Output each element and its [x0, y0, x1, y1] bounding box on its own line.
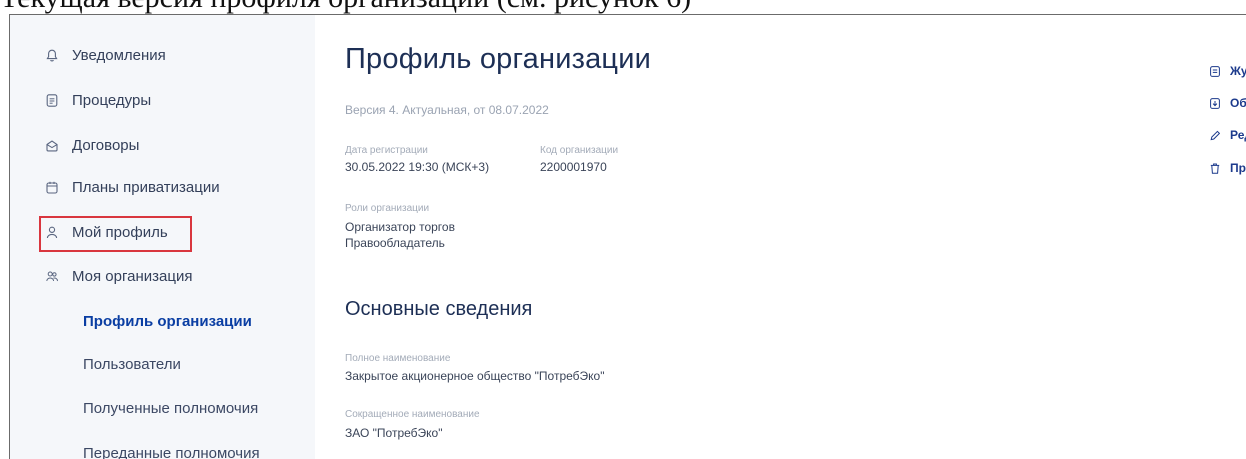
action-label: Прекратить регистрацию [1230, 161, 1246, 175]
sidebar-item-label: Договоры [72, 136, 140, 154]
sidebar: Уведомления Процедуры Договоры Планы при… [10, 15, 315, 459]
trash-icon [1210, 163, 1220, 174]
sidebar-item-label: Моя организация [72, 267, 193, 285]
org-code-label: Код организации [540, 145, 619, 156]
refresh-icon [1210, 97, 1220, 109]
org-code-value: 2200001970 [540, 160, 607, 174]
action-label: Обновить сведения из ЕСИА [1230, 96, 1246, 110]
role-item: Правообладатель [345, 236, 445, 250]
highlight-frame [39, 216, 192, 252]
refresh-esia-link[interactable]: Обновить сведения из ЕСИА [1210, 94, 1246, 112]
pencil-icon [1210, 130, 1220, 141]
sidebar-item-label: Планы приватизации [72, 178, 220, 196]
roles-label: Роли организации [345, 203, 430, 214]
sidebar-item-procedures[interactable]: Процедуры [46, 88, 151, 112]
reg-date-label: Дата регистрации [345, 145, 428, 156]
role-item: Организатор торгов [345, 220, 455, 234]
users-icon [46, 269, 58, 283]
action-label: Редактировать [1230, 128, 1246, 142]
sidebar-item-label: Процедуры [72, 91, 152, 109]
full-name-value: Закрытое акционерное общество "ПотребЭко… [345, 369, 605, 383]
page-title: Профиль организации [345, 43, 652, 75]
sidebar-item-my-organization[interactable]: Моя организация [46, 264, 192, 288]
main-content: Профиль организации Версия 4. Актуальная… [315, 15, 1246, 459]
bell-icon [46, 48, 58, 62]
version-info: Версия 4. Актуальная, от 08.07.2022 [345, 103, 549, 117]
reg-date-value: 30.05.2022 19:30 (МСК+3) [345, 160, 490, 174]
calendar-icon [46, 180, 58, 194]
sidebar-subitem-received-powers[interactable]: Полученные полномочия [83, 396, 258, 420]
section-title: Основные сведения [345, 298, 533, 320]
sidebar-item-label: Уведомления [72, 46, 166, 64]
app-frame: Уведомления Процедуры Договоры Планы при… [9, 14, 1246, 459]
contract-icon [46, 138, 58, 152]
short-name-value: ЗАО "ПотребЭко" [345, 426, 443, 440]
full-name-label: Полное наименование [345, 353, 451, 364]
sidebar-subitem-org-profile[interactable]: Профиль организации [83, 309, 252, 333]
document-icon [46, 93, 58, 107]
journal-link[interactable]: Журнал событий [1210, 62, 1246, 80]
sidebar-subitem-delegated-powers[interactable]: Переданные полномочия [83, 441, 260, 459]
action-label: Журнал событий [1230, 64, 1246, 78]
edit-link[interactable]: Редактировать [1210, 126, 1246, 144]
short-name-label: Сокращенное наименование [345, 409, 480, 420]
sidebar-item-notifications[interactable]: Уведомления [46, 43, 166, 67]
sidebar-subitem-users[interactable]: Пользователи [83, 352, 181, 376]
sidebar-item-contracts[interactable]: Договоры [46, 133, 139, 157]
terminate-registration-link[interactable]: Прекратить регистрацию [1210, 159, 1246, 177]
journal-icon [1210, 65, 1220, 77]
sidebar-item-privatization-plans[interactable]: Планы приватизации [46, 175, 220, 199]
